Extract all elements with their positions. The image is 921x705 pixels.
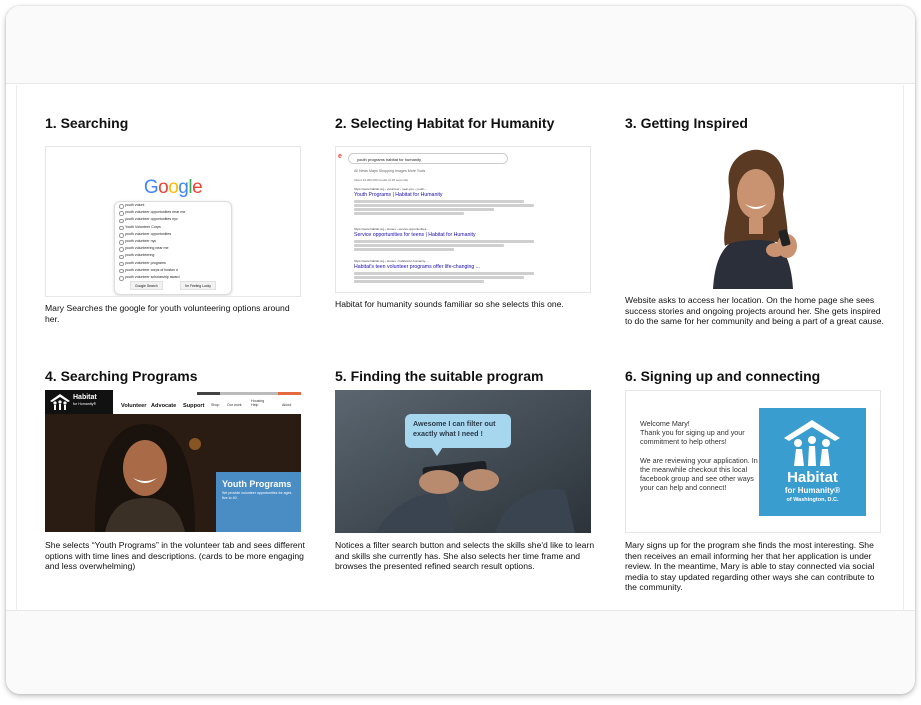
habitat-house-icon bbox=[784, 420, 840, 466]
logo-text: Habitat bbox=[73, 394, 97, 401]
habitat-dc-logo: Habitat for Humanity® of Washington, D.C… bbox=[759, 408, 866, 516]
brand-location: of Washington, D.C. bbox=[786, 497, 839, 503]
results-search-bar: youth programs habitat for humanity bbox=[348, 153, 508, 164]
nav-housing-help: Housing Help bbox=[251, 399, 265, 407]
search-results-screenshot: e youth programs habitat for humanity Al… bbox=[335, 146, 591, 293]
search-result: https://www.habitat.org › volunteer › ne… bbox=[354, 187, 544, 215]
list-item: youth volunt bbox=[115, 202, 231, 209]
step-title: 6. Signing up and connecting bbox=[625, 368, 821, 384]
habitat-logo: Habitat for Humanity® bbox=[45, 390, 113, 414]
youth-programs-card: Youth Programs We provide volunteer oppo… bbox=[216, 472, 301, 532]
habitat-site-screenshot: Habitat for Humanity® Volunteer Advocate… bbox=[45, 390, 301, 533]
step-title: 5. Finding the suitable program bbox=[335, 368, 544, 384]
step-title: 4. Searching Programs bbox=[45, 368, 198, 384]
search-result: https://www.habitat.org › stories › serv… bbox=[354, 227, 544, 251]
list-item: youth volunteer nyc bbox=[115, 238, 231, 245]
step-caption: Website asks to access her location. On … bbox=[625, 295, 884, 327]
panel-title: Youth Programs bbox=[222, 479, 292, 489]
welcome-email-screenshot: Welcome Mary! Thank you for siging up an… bbox=[625, 390, 881, 533]
nav-about: About bbox=[282, 403, 292, 407]
list-item: youth volunteer corps of boston ri bbox=[115, 267, 231, 274]
step-title: 2. Selecting Habitat for Humanity bbox=[335, 115, 555, 131]
step-title: 1. Searching bbox=[45, 115, 129, 131]
step-caption: She selects “Youth Programs” in the volu… bbox=[45, 540, 305, 572]
list-item: youth volunteer programs bbox=[115, 260, 231, 267]
hands-holding-phone-illustration bbox=[335, 390, 591, 533]
lucky-button: I'm Feeling Lucky bbox=[179, 281, 216, 290]
step-caption: Mary Searches the google for youth volun… bbox=[45, 303, 290, 324]
list-item: youth volunteer scholarship award bbox=[115, 274, 231, 281]
site-nav: Habitat for Humanity® Volunteer Advocate… bbox=[45, 390, 301, 414]
step-caption: Notices a filter search button and selec… bbox=[335, 540, 595, 572]
step-caption: Habitat for humanity sounds familiar so … bbox=[335, 299, 564, 309]
step-title: 3. Getting Inspired bbox=[625, 115, 748, 131]
nav-support: Support bbox=[183, 403, 205, 409]
step-1: 1. Searching bbox=[45, 115, 128, 133]
nav-volunteer: Volunteer bbox=[121, 403, 147, 409]
nav-our-work: Our work bbox=[227, 403, 242, 407]
search-result: https://www.habitat.org › stories › habi… bbox=[354, 259, 544, 283]
list-item: youth volunteer opportunities bbox=[115, 231, 231, 238]
step-caption: Mary signs up for the program she finds … bbox=[625, 540, 875, 593]
nav-shop: Shop bbox=[211, 403, 220, 407]
list-item: youth volunteering near me bbox=[115, 245, 231, 253]
list-item: Youth Volunteer Corps bbox=[115, 224, 231, 231]
habitat-house-icon bbox=[50, 394, 70, 410]
brand-name: Habitat bbox=[787, 469, 838, 486]
list-item: youth volunteer opportunities nyc bbox=[115, 216, 231, 224]
step-4: 4. Searching Programs bbox=[45, 368, 198, 386]
inspired-photo bbox=[625, 146, 881, 289]
storyboard-sheet: 1. Searching Google youth volunt youth v… bbox=[16, 85, 904, 611]
step-6: 6. Signing up and connecting bbox=[625, 368, 820, 386]
google-search-screenshot: Google youth volunt youth volunteer oppo… bbox=[45, 146, 301, 297]
logo-subtext: for Humanity® bbox=[73, 402, 97, 406]
phone-filter-photo: Awesome I can filter out exactly what I … bbox=[335, 390, 591, 533]
list-item: youth volunteering bbox=[115, 252, 231, 260]
brand-subtitle: for Humanity® bbox=[784, 486, 841, 495]
speech-bubble: Awesome I can filter out exactly what I … bbox=[405, 414, 511, 456]
google-g-icon: e bbox=[338, 153, 342, 160]
result-title: Service opportunities for teens | Habita… bbox=[354, 232, 476, 238]
step-2: 2. Selecting Habitat for Humanity bbox=[335, 115, 554, 133]
results-tabs: All News Maps Shopping Images More Tools bbox=[354, 169, 426, 173]
google-buttons: Google Search I'm Feeling Lucky bbox=[130, 281, 216, 290]
google-search-button: Google Search bbox=[130, 281, 163, 290]
top-toolbar bbox=[6, 6, 915, 84]
utility-bar bbox=[197, 392, 301, 395]
step-5: 5. Finding the suitable program bbox=[335, 368, 543, 386]
panel-description: We provide volunteer opportunities for a… bbox=[222, 491, 292, 500]
bottom-bar bbox=[6, 610, 915, 694]
woman-with-phone-illustration bbox=[625, 146, 881, 289]
result-title: Habitat's teen volunteer programs offer … bbox=[354, 264, 481, 270]
result-title: Youth Programs | Habitat for Humanity bbox=[354, 192, 443, 198]
list-item: youth volunteer opportunities near me bbox=[115, 209, 231, 217]
hero-image: Youth Programs We provide volunteer oppo… bbox=[45, 414, 301, 532]
nav-advocate: Advocate bbox=[151, 403, 177, 409]
presentation-card: 1. Searching Google youth volunt youth v… bbox=[6, 6, 915, 694]
results-stats: About 24,300,000 results (0.48 seconds) bbox=[354, 178, 409, 182]
step-3: 3. Getting Inspired bbox=[625, 115, 748, 133]
google-logo: Google bbox=[143, 177, 203, 198]
welcome-message: Welcome Mary! Thank you for siging up an… bbox=[640, 419, 758, 493]
